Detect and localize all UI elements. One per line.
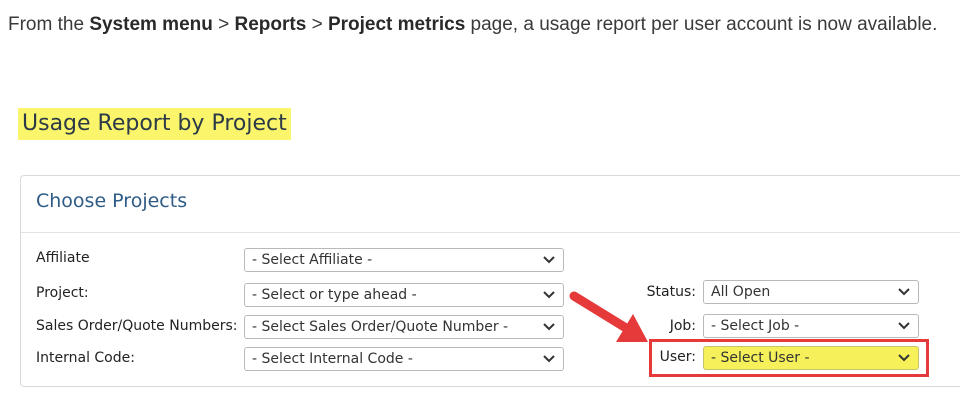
intro-text-1: From the [8, 14, 90, 35]
intro-text-3: > [306, 14, 328, 35]
panel-divider [21, 232, 960, 233]
intro-text-2: > [212, 14, 235, 35]
project-select-value: - Select or type ahead - [252, 287, 417, 303]
sales-order-select[interactable]: - Select Sales Order/Quote Number - [244, 315, 564, 339]
job-select[interactable]: - Select Job - [703, 314, 919, 338]
screenshot: From the System menu > Reports > Project… [0, 0, 960, 409]
chevron-down-icon [543, 291, 555, 299]
intro-text-4: page, a usage report per user account is… [465, 14, 938, 35]
internal-code-label: Internal Code: [36, 350, 135, 366]
job-select-value: - Select Job - [711, 318, 800, 334]
sales-order-label: Sales Order/Quote Numbers: [36, 318, 238, 334]
chevron-down-icon [898, 322, 910, 330]
arrow-icon [569, 291, 648, 342]
affiliate-select-value: - Select Affiliate - [252, 252, 373, 268]
affiliate-label: Affiliate [36, 250, 90, 266]
project-label: Project: [36, 285, 89, 301]
intro-paragraph: From the System menu > Reports > Project… [8, 10, 938, 40]
chevron-down-icon [543, 323, 555, 331]
project-select[interactable]: - Select or type ahead - [244, 283, 564, 307]
internal-code-select[interactable]: - Select Internal Code - [244, 347, 564, 371]
sales-order-select-value: - Select Sales Order/Quote Number - [252, 319, 509, 335]
user-field-callout [649, 339, 929, 377]
internal-code-select-value: - Select Internal Code - [252, 351, 413, 367]
status-select-value: All Open [711, 284, 771, 300]
status-select[interactable]: All Open [703, 280, 919, 304]
affiliate-select[interactable]: - Select Affiliate - [244, 248, 564, 272]
intro-bold-reports: Reports [234, 14, 307, 35]
page-title: Usage Report by Project [18, 108, 291, 140]
chevron-down-icon [898, 288, 910, 296]
chevron-down-icon [543, 355, 555, 363]
intro-bold-project-metrics: Project metrics [327, 14, 466, 35]
panel-title: Choose Projects [36, 190, 188, 212]
chevron-down-icon [543, 256, 555, 264]
intro-bold-system-menu: System menu [89, 14, 213, 35]
